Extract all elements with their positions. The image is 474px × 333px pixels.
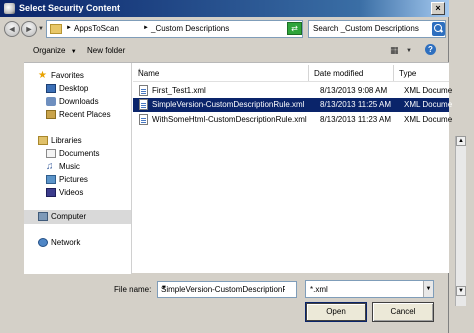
dialog-footer: File name: SimpleVersion-CustomDescripti… — [0, 273, 449, 333]
close-button[interactable]: × — [431, 2, 445, 15]
open-button[interactable]: Open — [305, 302, 367, 322]
computer-icon — [38, 212, 48, 221]
column-name-label: Name — [138, 69, 160, 78]
folder-icon — [50, 24, 62, 34]
sidebar-label: Libraries — [51, 136, 82, 145]
recent-locations-dropdown[interactable]: ▼ — [38, 26, 44, 32]
recent-places-icon — [46, 110, 56, 119]
sidebar-label: Network — [51, 238, 81, 247]
file-type-filter-value: *.xml — [310, 285, 328, 294]
file-name-label: File name: — [114, 285, 152, 294]
chevron-down-icon[interactable]: ▼ — [423, 281, 433, 297]
address-bar[interactable]: ► AppsToScan ► _Custom Descriptions ▼ — [46, 20, 327, 38]
organize-label: Organize — [33, 46, 66, 55]
pictures-icon — [46, 175, 56, 184]
cancel-button[interactable]: Cancel — [372, 302, 434, 322]
chevron-down-icon[interactable]: ▼ — [161, 285, 285, 291]
libraries-icon — [38, 136, 48, 145]
sidebar-label: Computer — [51, 212, 87, 221]
help-icon[interactable]: ? — [425, 44, 436, 55]
view-dropdown-icon[interactable]: ▼ — [406, 48, 412, 54]
sidebar-label: Downloads — [59, 97, 99, 106]
chevron-down-icon: ▼ — [70, 49, 77, 55]
star-icon: ★ — [38, 70, 47, 81]
column-type-label: Type — [399, 69, 417, 78]
sidebar-label: Pictures — [59, 175, 88, 184]
navigation-pane[interactable]: ★ Favorites Desktop Downloads Recent Pla… — [24, 63, 132, 274]
column-header-type[interactable]: Type — [394, 65, 449, 81]
file-date: 8/13/2013 11:25 AM — [320, 100, 392, 109]
breadcrumb-appstoscan[interactable]: AppsToScan — [74, 24, 119, 33]
sidebar-label: Documents — [59, 149, 100, 158]
file-name: WithSomeHtml-CustomDescriptionRule.xml — [152, 115, 307, 124]
sort-ascending-icon: ^ — [138, 69, 141, 75]
file-row[interactable]: First_Test1.xml 8/13/2013 9:08 AM XML Do… — [133, 84, 453, 98]
videos-icon — [46, 188, 56, 197]
window-title: Select Security Content — [19, 3, 121, 13]
forward-button[interactable]: ► — [21, 21, 37, 37]
file-name-field[interactable]: SimpleVersion-CustomDescriptionR ▼ — [157, 281, 297, 298]
command-bar: Organize ▼ New folder ▦ ▼ ? — [0, 41, 449, 63]
sidebar-label: Recent Places — [59, 110, 111, 119]
column-header-date[interactable]: Date modified — [309, 65, 394, 81]
documents-icon — [46, 149, 56, 158]
xml-file-icon — [139, 99, 148, 110]
view-options-icon[interactable]: ▦ — [390, 45, 399, 56]
column-date-label: Date modified — [314, 69, 364, 78]
sidebar-label: Music — [59, 162, 80, 171]
refresh-button[interactable]: ⇄ — [287, 22, 302, 35]
file-type: XML Docume — [404, 100, 453, 109]
scroll-up-icon: ▲ — [456, 136, 466, 146]
file-date: 8/13/2013 11:23 AM — [320, 115, 392, 124]
music-icon: ♫ — [46, 161, 54, 172]
file-date: 8/13/2013 9:08 AM — [320, 86, 388, 95]
xml-file-icon — [139, 85, 148, 96]
file-type: XML Docume — [404, 115, 453, 124]
breadcrumb-separator-icon: ► — [143, 25, 149, 31]
sidebar-label: Desktop — [59, 84, 89, 93]
title-bar: Select Security Content × — [0, 0, 449, 17]
search-icon[interactable] — [432, 22, 445, 36]
background-scrollbar: ▲ ▼ — [455, 136, 466, 306]
sidebar-label: Videos — [59, 188, 84, 197]
navigation-bar: ◄ ► ▼ ► AppsToScan ► _Custom Description… — [0, 17, 449, 41]
search-input[interactable]: Search _Custom Descriptions — [313, 24, 419, 33]
new-folder-button[interactable]: New folder — [87, 46, 125, 55]
file-dialog: Select Security Content × ◄ ► ▼ ► AppsTo… — [0, 0, 453, 333]
network-icon — [38, 238, 48, 247]
file-list[interactable]: Name ^ Date modified Type First_Test1.xm… — [133, 63, 453, 274]
column-header-name[interactable]: Name ^ — [133, 65, 309, 81]
header-divider — [133, 81, 449, 82]
sidebar-label: Favorites — [51, 71, 84, 80]
file-row[interactable]: WithSomeHtml-CustomDescriptionRule.xml 8… — [133, 113, 453, 127]
breadcrumb-custom-descriptions[interactable]: _Custom Descriptions — [151, 24, 229, 33]
search-box[interactable]: Search _Custom Descriptions — [308, 20, 446, 38]
file-name: SimpleVersion-CustomDescriptionRule.xml — [152, 100, 305, 109]
file-name: First_Test1.xml — [152, 86, 206, 95]
breadcrumb-separator-icon: ► — [66, 25, 72, 31]
downloads-icon — [46, 97, 56, 106]
file-type-filter[interactable]: *.xml ▼ — [305, 280, 434, 298]
back-button[interactable]: ◄ — [4, 21, 20, 37]
desktop-icon — [46, 84, 56, 93]
scroll-down-icon: ▼ — [456, 286, 466, 296]
browser-area: ★ Favorites Desktop Downloads Recent Pla… — [24, 62, 453, 274]
file-type: XML Docume — [404, 86, 453, 95]
file-row-selected[interactable]: SimpleVersion-CustomDescriptionRule.xml … — [133, 98, 453, 112]
xml-file-icon — [139, 114, 148, 125]
app-icon — [4, 3, 15, 14]
organize-button[interactable]: Organize ▼ — [33, 46, 77, 55]
